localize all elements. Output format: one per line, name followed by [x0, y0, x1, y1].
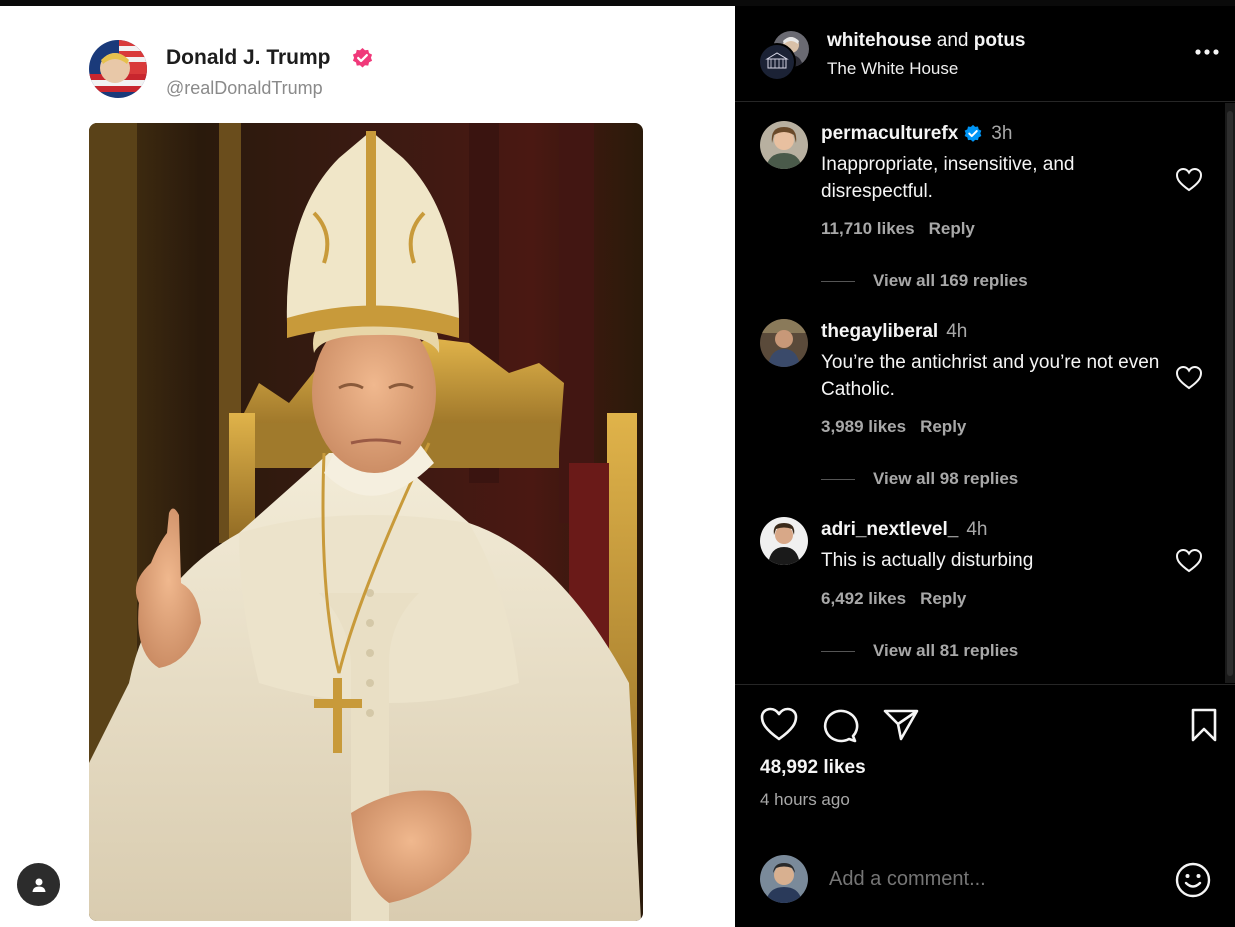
- view-replies-button[interactable]: View all 98 replies: [821, 469, 1018, 489]
- author-name[interactable]: Donald J. Trump: [166, 46, 331, 70]
- add-comment-input[interactable]: [829, 868, 1159, 891]
- actions-divider: [735, 684, 1235, 685]
- author-avatar[interactable]: [89, 40, 147, 98]
- post-time-ago[interactable]: 4 hours ago: [760, 790, 850, 810]
- account-whitehouse[interactable]: whitehouse: [827, 30, 932, 51]
- comment-likes[interactable]: 3,989 likes: [821, 417, 906, 436]
- comment-icon[interactable]: [819, 706, 859, 744]
- heart-icon[interactable]: [759, 706, 799, 744]
- user-icon: [32, 878, 45, 892]
- comment-text: Inappropriate, insensitive, and disrespe…: [821, 154, 1075, 202]
- comment-username[interactable]: adri_nextlevel_: [821, 519, 958, 541]
- instagram-panel: whitehouse and potus The White House per: [735, 6, 1235, 927]
- header-subtitle: The White House: [827, 59, 959, 78]
- post-header: whitehouse and potus The White House: [735, 6, 1235, 102]
- verified-badge-icon: [964, 124, 982, 142]
- comment-time[interactable]: 4h: [946, 321, 967, 343]
- emoji-icon[interactable]: [1174, 861, 1212, 899]
- replies-divider: [821, 650, 855, 652]
- comment-time[interactable]: 3h: [991, 123, 1012, 145]
- heart-icon[interactable]: [1175, 548, 1203, 574]
- verified-badge-icon: [352, 47, 373, 68]
- author-handle[interactable]: @realDonaldTrump: [166, 78, 323, 99]
- account-potus[interactable]: potus: [974, 30, 1026, 51]
- view-replies-button[interactable]: View all 81 replies: [821, 641, 1018, 661]
- replies-divider: [821, 478, 855, 480]
- scrollbar-thumb[interactable]: [1227, 111, 1233, 676]
- comment-username[interactable]: thegayliberal: [821, 321, 938, 343]
- header-accounts: whitehouse and potus: [827, 30, 1026, 52]
- heart-icon[interactable]: [1175, 365, 1203, 391]
- commenter-avatar[interactable]: [760, 121, 808, 169]
- replies-divider: [821, 280, 855, 282]
- view-replies-label: View all 169 replies: [873, 271, 1028, 290]
- accounts-joiner: and: [936, 30, 969, 51]
- reply-button[interactable]: Reply: [929, 219, 975, 238]
- send-icon[interactable]: [881, 706, 921, 744]
- comment-likes[interactable]: 6,492 likes: [821, 589, 906, 608]
- comment-text: You’re the antichrist and you’re not eve…: [821, 352, 1160, 400]
- post-image: [89, 123, 643, 921]
- comment-text: This is actually disturbing: [821, 550, 1034, 571]
- reply-button[interactable]: Reply: [920, 417, 966, 436]
- comments-scrollbar[interactable]: [1225, 103, 1235, 683]
- more-horizontal-icon[interactable]: [1191, 40, 1223, 64]
- commenter-avatar[interactable]: [760, 319, 808, 367]
- comments-list[interactable]: permaculturefx 3h Inappropriate, insensi…: [735, 103, 1227, 683]
- profile-fab-button[interactable]: [17, 863, 60, 906]
- current-user-avatar: [760, 855, 808, 903]
- heart-icon[interactable]: [1175, 167, 1203, 193]
- post-likes-count[interactable]: 48,992 likes: [760, 757, 866, 779]
- post-media-panel: Donald J. Trump @realDonaldTrump: [0, 6, 735, 927]
- comment-likes[interactable]: 11,710 likes: [821, 219, 915, 238]
- view-replies-label: View all 98 replies: [873, 469, 1019, 488]
- whitehouse-avatar[interactable]: [758, 43, 796, 81]
- commenter-avatar[interactable]: [760, 517, 808, 565]
- view-replies-label: View all 81 replies: [873, 641, 1019, 660]
- comment-username[interactable]: permaculturefx: [821, 123, 958, 145]
- comment-time[interactable]: 4h: [966, 519, 987, 541]
- reply-button[interactable]: Reply: [920, 589, 966, 608]
- bookmark-icon[interactable]: [1187, 706, 1221, 744]
- view-replies-button[interactable]: View all 169 replies: [821, 271, 1028, 291]
